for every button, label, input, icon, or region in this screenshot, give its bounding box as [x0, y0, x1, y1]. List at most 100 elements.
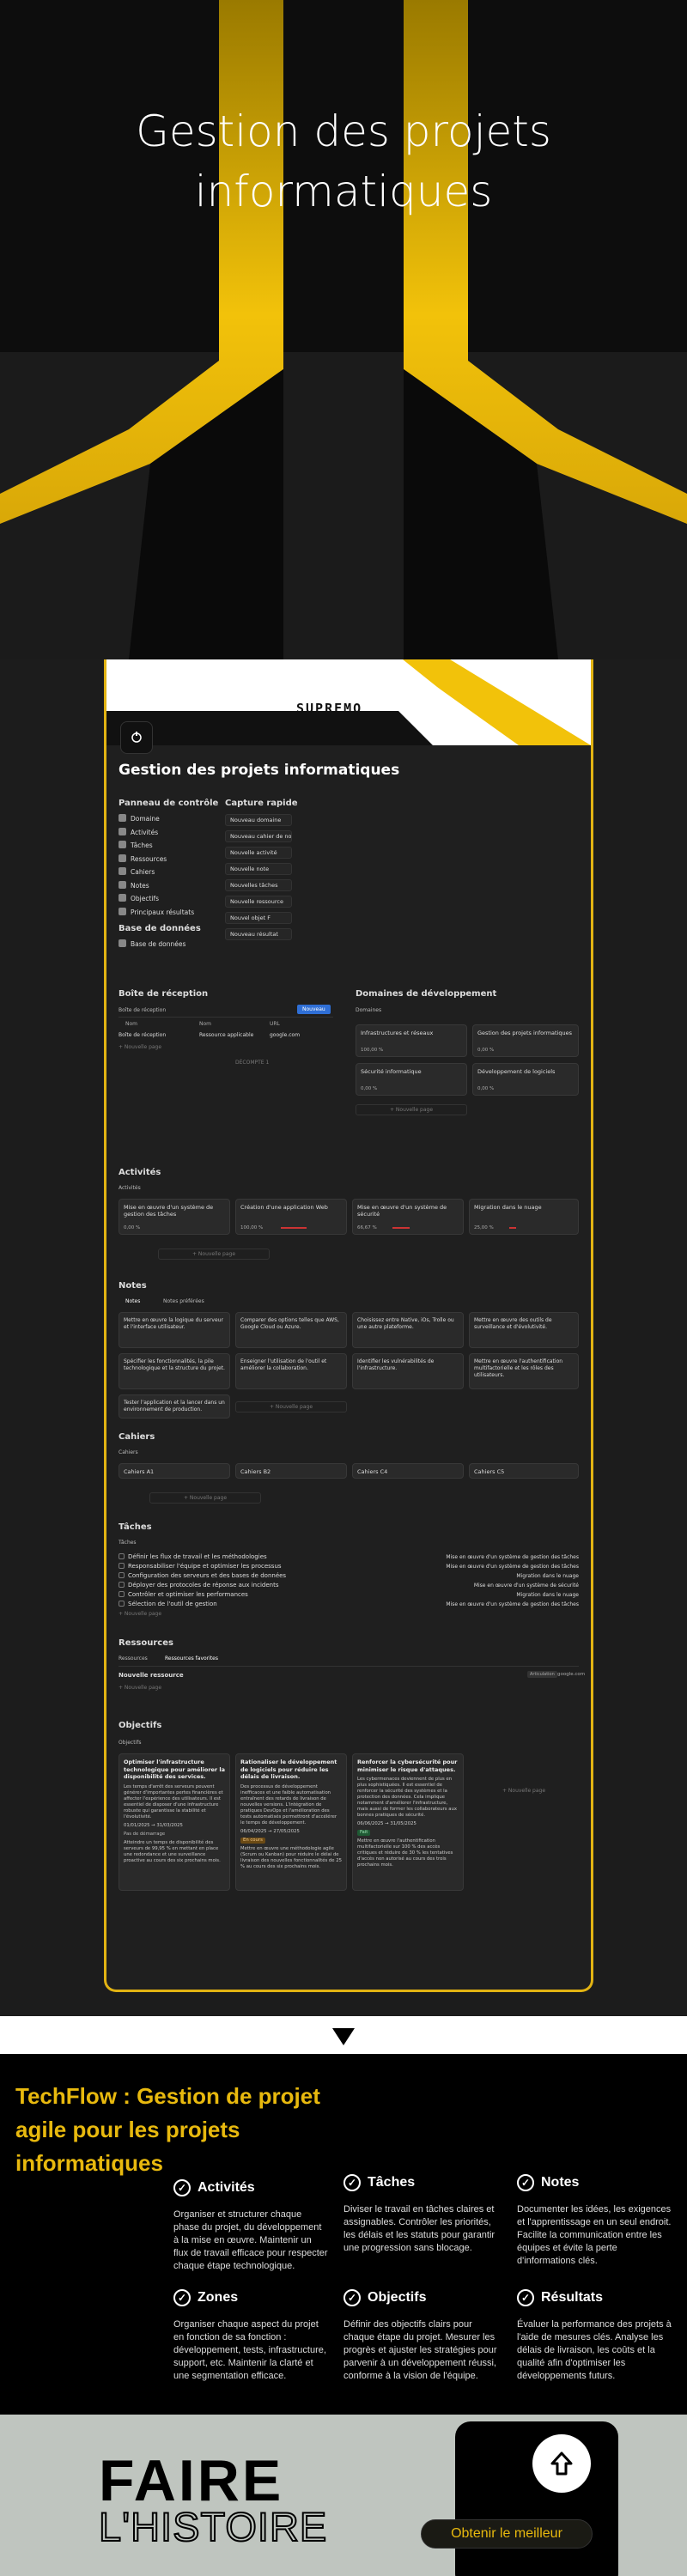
inbox-row-value[interactable]: Ressource applicable	[199, 1032, 253, 1038]
note-card[interactable]: Mettre en œuvre la logique du serveur et…	[119, 1312, 230, 1348]
notebook-card[interactable]: Cahiers A1	[119, 1463, 230, 1479]
panel-item-tasks[interactable]: Tâches	[119, 839, 222, 853]
database-icon	[119, 939, 126, 947]
panel-item-results[interactable]: Principaux résultats	[119, 906, 222, 920]
notebooks-heading: Cahiers	[119, 1432, 155, 1442]
objectives-icon	[119, 894, 126, 902]
domain-card[interactable]: Gestion des projets informatiques 0,00 %	[472, 1024, 579, 1057]
inbox-new-page[interactable]: + Nouvelle page	[119, 1044, 161, 1050]
note-card[interactable]: Spécifier les fonctionnalités, la pile t…	[119, 1353, 230, 1389]
panel-item-objectives[interactable]: Objectifs	[119, 892, 222, 906]
task-item[interactable]: Configuration des serveurs et des bases …	[119, 1571, 359, 1581]
page-icon[interactable]	[120, 721, 153, 754]
histoire-heading: L'HISTOIRE	[98, 2504, 328, 2549]
notebooks-icon	[119, 867, 126, 875]
quick-new-objective[interactable]: Nouvel objet F	[225, 912, 292, 924]
inbox-new-button[interactable]: Nouveau	[297, 1005, 331, 1014]
note-card[interactable]: Identifier les vulnérabilités de l'infra…	[352, 1353, 464, 1389]
note-card[interactable]: Comparer des options telles que AWS, Goo…	[235, 1312, 347, 1348]
note-card[interactable]: Choisissez entre Native, iOs, Trolle ou …	[352, 1312, 464, 1348]
cta-button[interactable]: Obtenir le meilleur	[421, 2519, 593, 2549]
checkbox-icon[interactable]	[119, 1553, 125, 1559]
resources-new-page[interactable]: + Nouvelle page	[119, 1685, 161, 1691]
task-relation[interactable]: Mise en œuvre d'un système de gestion de…	[364, 1562, 579, 1571]
feature-zones: ✓ Zones Organiser chaque aspect du projet…	[173, 2289, 326, 2381]
note-card[interactable]: Mettre en œuvre l'authentification multi…	[469, 1353, 579, 1389]
inbox-count: DÉCOMPTE 1	[235, 1060, 270, 1066]
notes-new-page[interactable]: + Nouvelle page	[235, 1401, 347, 1413]
database-heading: Base de données	[119, 924, 201, 933]
quick-new-domain[interactable]: Nouveau domaine	[225, 814, 292, 826]
inbox-row-name[interactable]: Boîte de réception	[119, 1032, 166, 1038]
quick-new-note[interactable]: Nouvelle note	[225, 863, 292, 875]
inbox-tab[interactable]: Boîte de réception	[119, 1007, 166, 1013]
panel-item-activities[interactable]: Activités	[119, 826, 222, 840]
objectives-new-page[interactable]: + Nouvelle page	[469, 1788, 579, 1794]
activity-card[interactable]: Mise en œuvre d'un système de gestion de…	[119, 1199, 230, 1235]
note-card[interactable]: Mettre en œuvre des outils de surveillan…	[469, 1312, 579, 1348]
domain-card[interactable]: Infrastructures et réseaux 100,00 %	[356, 1024, 467, 1057]
checkbox-icon[interactable]	[119, 1572, 125, 1578]
objective-card[interactable]: Optimiser l'infrastructure technologique…	[119, 1753, 230, 1891]
task-item[interactable]: Déployer des protocoles de réponse aux i…	[119, 1581, 359, 1590]
notes-tab[interactable]: Notes	[125, 1298, 140, 1304]
activity-card[interactable]: Création d'une application Web 100,00 %	[235, 1199, 347, 1235]
workspace-window: SUPREMO Gestion des projets informatique…	[104, 659, 593, 1992]
notebook-card[interactable]: Cahiers C5	[469, 1463, 579, 1479]
task-item[interactable]: Définir les flux de travail et les métho…	[119, 1552, 359, 1562]
domains-tab[interactable]: Domaines	[356, 1007, 381, 1013]
task-relation[interactable]: Migration dans le nuage	[364, 1571, 579, 1581]
task-relation[interactable]: Mise en œuvre d'un système de gestion de…	[364, 1600, 579, 1609]
note-card[interactable]: Tester l'application et la lancer dans u…	[119, 1394, 230, 1419]
notebook-card[interactable]: Cahiers C4	[352, 1463, 464, 1479]
task-relation[interactable]: Migration dans le nuage	[364, 1590, 579, 1600]
note-card[interactable]: Enseigner l'utilisation de l'outil et am…	[235, 1353, 347, 1389]
page: Gestion des projets informatiques SUPREM…	[0, 0, 687, 2576]
checkbox-icon[interactable]	[119, 1591, 125, 1597]
quick-new-resource[interactable]: Nouvelle ressource	[225, 896, 292, 908]
inbox-heading: Boîte de réception	[119, 989, 209, 999]
notebooks-tab[interactable]: Cahiers	[119, 1449, 138, 1455]
quick-new-result[interactable]: Nouveau résultat	[225, 928, 292, 940]
database-item[interactable]: Base de données	[119, 938, 222, 951]
domain-card[interactable]: Développement de logiciels 0,00 %	[472, 1063, 579, 1096]
resource-row[interactable]: Nouvelle ressource	[119, 1671, 184, 1680]
quick-new-activity[interactable]: Nouvelle activité	[225, 847, 292, 859]
panel-item-domain[interactable]: Domaine	[119, 812, 222, 826]
task-relation[interactable]: Mise en œuvre d'un système de gestion de…	[364, 1552, 579, 1562]
domain-icon	[119, 814, 126, 822]
objectives-tab[interactable]: Objectifs	[119, 1740, 141, 1746]
activities-tab[interactable]: Activités	[119, 1185, 141, 1191]
up-arrow-icon[interactable]	[532, 2434, 591, 2493]
task-item[interactable]: Contrôler et optimiser les performances	[119, 1590, 359, 1600]
checkbox-icon[interactable]	[119, 1582, 125, 1588]
task-relation[interactable]: Mise en œuvre d'un système de sécurité	[364, 1581, 579, 1590]
task-item[interactable]: Sélection de l'outil de gestion	[119, 1600, 359, 1609]
domain-card[interactable]: Sécurité informatique 0,00 %	[356, 1063, 467, 1096]
favorite-resources-tab[interactable]: Ressources favorites	[165, 1656, 218, 1662]
objective-card[interactable]: Renforcer la cybersécurité pour minimise…	[352, 1753, 464, 1891]
inbox-row-url[interactable]: google.com	[270, 1032, 300, 1038]
objective-card[interactable]: Rationaliser le développement de logicie…	[235, 1753, 347, 1891]
quick-new-notebook[interactable]: Nouveau cahier de notes	[225, 830, 292, 842]
panel-item-resources[interactable]: Ressources	[119, 853, 222, 866]
activity-card[interactable]: Migration dans le nuage 25,00 %	[469, 1199, 579, 1235]
panel-item-notebooks[interactable]: Cahiers	[119, 866, 222, 879]
hero-title: Gestion des projets informatiques	[0, 101, 687, 222]
resources-tab[interactable]: Ressources	[119, 1656, 148, 1662]
activity-card[interactable]: Mise en œuvre d'un système de sécurité 66…	[352, 1199, 464, 1235]
notebooks-new-page[interactable]: + Nouvelle page	[149, 1492, 261, 1504]
panel-item-notes[interactable]: Notes	[119, 879, 222, 893]
favorite-notes-tab[interactable]: Notes préférées	[163, 1298, 204, 1304]
resource-url[interactable]: google.com	[557, 1672, 585, 1677]
progress-bar	[509, 1227, 516, 1229]
domains-new-page[interactable]: + Nouvelle page	[356, 1104, 467, 1115]
quick-new-tasks[interactable]: Nouvelles tâches	[225, 879, 292, 891]
task-item[interactable]: Responsabiliser l'équipe et optimiser le…	[119, 1562, 359, 1571]
checkbox-icon[interactable]	[119, 1563, 125, 1569]
activities-new-page[interactable]: + Nouvelle page	[158, 1249, 270, 1260]
notebook-card[interactable]: Cahiers B2	[235, 1463, 347, 1479]
tasks-tab[interactable]: Tâches	[119, 1540, 137, 1546]
checkbox-icon[interactable]	[119, 1601, 125, 1607]
tasks-new-page[interactable]: + Nouvelle page	[119, 1611, 161, 1617]
